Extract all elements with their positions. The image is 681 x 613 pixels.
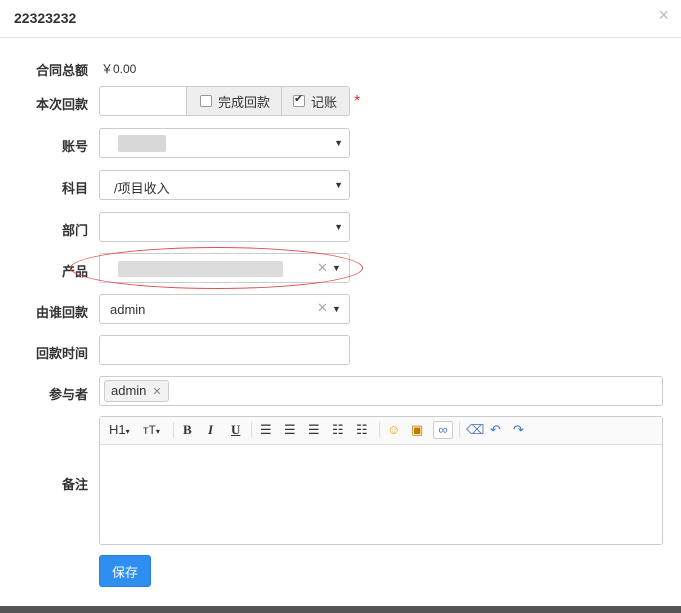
participant-tag[interactable]: admin ✕ xyxy=(104,380,169,402)
required-mark: * xyxy=(354,93,361,110)
remark-editor[interactable]: H1▾ тT▾ B I U ☰ ☰ ☰ ☷ ☷ ☺ ▣ ∞ ⌫ ↶ ↷ xyxy=(99,416,663,545)
record-label: 记账 xyxy=(311,94,338,110)
account-select[interactable]: ▼ xyxy=(99,128,350,158)
chevron-down-icon: ▼ xyxy=(332,304,341,314)
highlight-ellipse xyxy=(70,247,363,289)
underline-button[interactable]: U xyxy=(231,422,240,438)
participants-input[interactable]: admin ✕ xyxy=(99,376,663,406)
participants-label: 参与者 xyxy=(48,387,88,402)
participant-tag-label: admin xyxy=(111,383,147,398)
record-addon[interactable]: 记账 xyxy=(281,86,350,116)
modal-header: 22323232 × xyxy=(0,0,681,38)
chevron-down-icon: ▼ xyxy=(334,180,343,190)
modal-title: 22323232 xyxy=(14,10,77,26)
remove-tag-icon[interactable]: ✕ xyxy=(152,386,161,398)
complete-payment-label: 完成回款 xyxy=(218,94,271,110)
remark-label: 备注 xyxy=(61,477,88,492)
bottom-bar xyxy=(0,606,681,613)
redo-icon[interactable]: ↷ xyxy=(513,422,524,438)
ordered-list-icon[interactable]: ☷ xyxy=(332,422,344,438)
link-icon[interactable]: ∞ xyxy=(433,421,453,439)
unordered-list-icon[interactable]: ☷ xyxy=(356,422,368,438)
heading-button[interactable]: H1▾ xyxy=(109,422,130,440)
subject-value: /项目收入 xyxy=(114,181,170,196)
eraser-icon[interactable]: ⌫ xyxy=(466,422,484,438)
payer-select[interactable]: admin ✕ ▼ xyxy=(99,294,350,324)
payment-time-label: 回款时间 xyxy=(35,346,88,361)
contract-total-value: ￥0.00 xyxy=(101,62,137,76)
align-center-icon[interactable]: ☰ xyxy=(284,422,296,438)
undo-icon[interactable]: ↶ xyxy=(490,422,501,438)
current-payment-input[interactable] xyxy=(99,86,187,116)
editor-toolbar: H1▾ тT▾ B I U ☰ ☰ ☰ ☷ ☷ ☺ ▣ ∞ ⌫ ↶ ↷ xyxy=(100,417,662,445)
department-select[interactable]: ▼ xyxy=(99,212,350,242)
bold-button[interactable]: B xyxy=(183,422,192,438)
save-button[interactable]: 保存 xyxy=(99,555,151,587)
align-left-icon[interactable]: ☰ xyxy=(260,422,272,438)
current-payment-label: 本次回款 xyxy=(35,97,88,112)
contract-total-label: 合同总额 xyxy=(35,63,88,78)
subject-label: 科目 xyxy=(61,181,88,196)
complete-payment-addon[interactable]: 完成回款 xyxy=(186,86,282,116)
payment-time-input[interactable] xyxy=(99,335,350,365)
chevron-down-icon: ▼ xyxy=(334,222,343,232)
image-icon[interactable]: ▣ xyxy=(411,422,423,438)
account-redacted xyxy=(118,135,166,152)
current-payment-group: 完成回款 记账 xyxy=(99,86,350,116)
chevron-down-icon: ▼ xyxy=(334,138,343,148)
complete-payment-checkbox[interactable] xyxy=(200,95,212,107)
close-icon[interactable]: × xyxy=(658,6,669,24)
align-right-icon[interactable]: ☰ xyxy=(308,422,320,438)
emoji-icon[interactable]: ☺ xyxy=(387,422,400,438)
italic-button[interactable]: I xyxy=(208,422,213,438)
record-checkbox[interactable] xyxy=(293,92,305,107)
clear-icon[interactable]: ✕ xyxy=(317,300,328,316)
font-size-button[interactable]: тT▾ xyxy=(143,422,160,440)
department-label: 部门 xyxy=(61,223,88,238)
payer-value: admin xyxy=(110,302,146,317)
subject-select[interactable]: /项目收入 ▼ xyxy=(99,170,350,200)
payer-label: 由谁回款 xyxy=(35,305,88,320)
account-label: 账号 xyxy=(61,139,88,154)
